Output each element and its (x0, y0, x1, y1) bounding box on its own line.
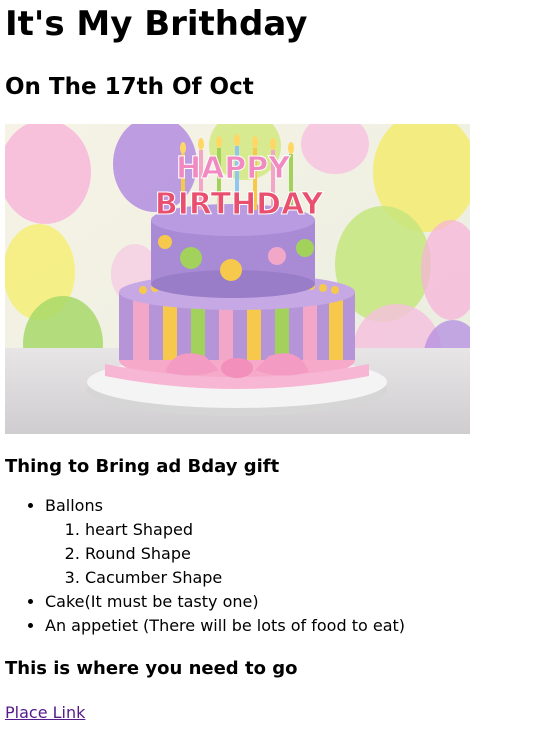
gift-list: Ballons heart Shaped Round Shape Cacumbe… (5, 494, 544, 638)
list-item: Ballons heart Shaped Round Shape Cacumbe… (45, 494, 544, 590)
page-title: It's My Brithday (5, 4, 308, 44)
list-item: Cacumber Shape (85, 566, 544, 590)
gifts-heading: Thing to Bring ad Bday gift (5, 456, 280, 477)
location-heading: This is where you need to go (5, 658, 298, 679)
list-item: Cake(It must be tasty one) (45, 590, 544, 614)
list-item: heart Shaped (85, 518, 544, 542)
svg-text:BIRTHDAY: BIRTHDAY (155, 187, 325, 222)
list-item: Round Shape (85, 542, 544, 566)
balloon-shape-list: heart Shaped Round Shape Cacumber Shape (45, 518, 544, 590)
list-item: An appetiet (There will be lots of food … (45, 614, 544, 638)
birthday-cake-image: HAPPY BIRTHDAY (5, 124, 470, 434)
svg-text:HAPPY: HAPPY (176, 151, 291, 186)
gift-balloons-label: Ballons (45, 496, 103, 515)
date-heading: On The 17th Of Oct (5, 74, 254, 100)
page: It's My Brithday On The 17th Of Oct HAPP… (0, 2, 544, 724)
place-link[interactable]: Place Link (5, 702, 85, 724)
